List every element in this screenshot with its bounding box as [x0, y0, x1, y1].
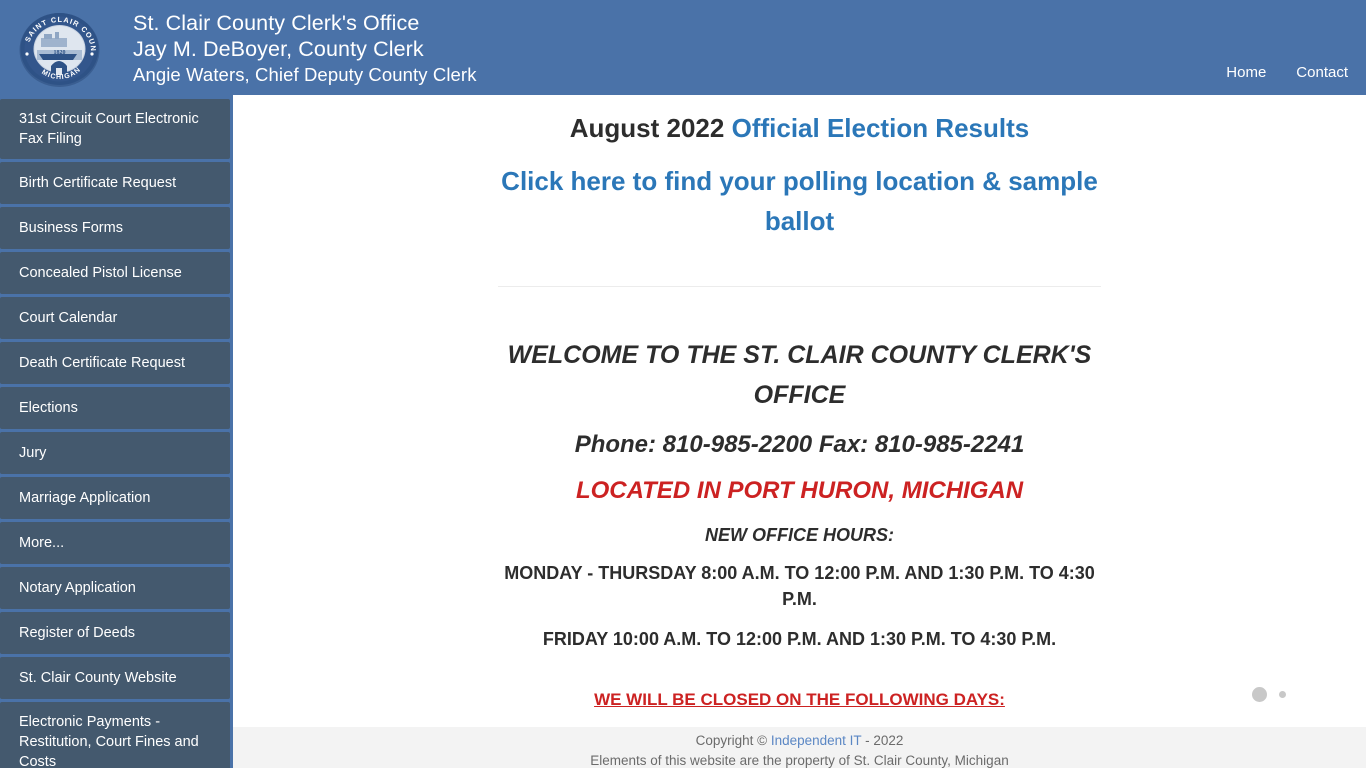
sidebar-item-concealed-pistol-license[interactable]: Concealed Pistol License [0, 252, 230, 294]
nav-link-contact[interactable]: Contact [1296, 64, 1348, 81]
sidebar-item-label: More... [19, 535, 65, 551]
sidebar-item-more[interactable]: More... [0, 522, 230, 564]
sidebar-item-label: Marriage Application [19, 490, 151, 506]
sidebar-item-label: Jury [19, 445, 47, 461]
sidebar-item-business-forms[interactable]: Business Forms [0, 207, 230, 249]
sidebar-item-label: St. Clair County Website [19, 670, 177, 686]
independent-it-link[interactable]: Independent IT [771, 733, 862, 748]
sidebar-item-label: Birth Certificate Request [19, 175, 177, 191]
office-hours-friday: FRIDAY 10:00 A.M. TO 12:00 P.M. AND 1:30… [542, 629, 1057, 649]
svg-text:1820: 1820 [54, 50, 66, 56]
nav-link-home[interactable]: Home [1226, 64, 1266, 81]
sidebar-item-register-of-deeds[interactable]: Register of Deeds [0, 612, 230, 654]
sidebar-item-label: Business Forms [19, 220, 123, 236]
office-title: St. Clair County Clerk's Office [133, 11, 420, 35]
sidebar-item-county-website[interactable]: St. Clair County Website [0, 657, 230, 699]
polling-location-link[interactable]: Click here to find your polling location… [490, 161, 1110, 241]
sidebar-item-label: Elections [19, 400, 78, 416]
sidebar-item-birth-certificate[interactable]: Birth Certificate Request [0, 162, 230, 204]
sidebar-item-marriage-application[interactable]: Marriage Application [0, 477, 230, 519]
welcome-heading: WELCOME TO THE ST. CLAIR COUNTY CLERK'S … [507, 341, 1092, 409]
copyright-line: Copyright © Independent IT - 2022 [233, 731, 1366, 751]
office-hours-weekday: MONDAY - THURSDAY 8:00 A.M. TO 12:00 P.M… [504, 563, 1095, 609]
carousel-dot-inactive[interactable] [1279, 691, 1286, 698]
county-seal-logo: 1820 SAINT CLAIR COUNTY MICHIGAN [17, 10, 102, 88]
sidebar-item-notary-application[interactable]: Notary Application [0, 567, 230, 609]
sidebar-item-elections[interactable]: Elections [0, 387, 230, 429]
sidebar-item-label: Court Calendar [19, 310, 118, 326]
sidebar-item-jury[interactable]: Jury [0, 432, 230, 474]
sidebar-item-label: 31st Circuit Court Electronic Fax Filing [19, 111, 199, 147]
property-notice: Elements of this website are the propert… [590, 753, 1009, 768]
sidebar-item-death-certificate[interactable]: Death Certificate Request [0, 342, 230, 384]
copyright-suffix: - 2022 [861, 733, 904, 748]
site-title-block: St. Clair County Clerk's Office Jay M. D… [133, 10, 477, 88]
election-results-heading: August 2022 Official Election Results [450, 111, 1150, 145]
sidebar-item-label: Notary Application [19, 580, 136, 596]
office-hours-title: NEW OFFICE HOURS: [705, 525, 894, 545]
sidebar-item-label: Electronic Payments - Restitution, Court… [19, 714, 199, 768]
sidebar-item-label: Register of Deeds [19, 625, 136, 641]
phone-fax-text: Phone: 810-985-2200 Fax: 810-985-2241 [574, 431, 1025, 458]
carousel-pagination [1252, 687, 1286, 702]
sidebar-item-label: Death Certificate Request [19, 355, 186, 371]
sidebar-item-court-calendar[interactable]: Court Calendar [0, 297, 230, 339]
sidebar-item-electronic-payments[interactable]: Electronic Payments - Restitution, Court… [0, 702, 230, 768]
chief-deputy-name: Angie Waters, Chief Deputy County Clerk [133, 64, 477, 85]
section-divider [498, 286, 1101, 287]
site-header: 1820 SAINT CLAIR COUNTY MICHIGAN St. Cla… [0, 0, 1366, 95]
copyright-prefix: Copyright © [695, 733, 771, 748]
site-footer: Copyright © Independent IT - 2022 Elemen… [233, 727, 1366, 768]
election-date-text: August 2022 [569, 113, 725, 143]
sidebar-navigation: 31st Circuit Court Electronic Fax Filing… [0, 95, 233, 768]
sidebar-item-fax-filing[interactable]: 31st Circuit Court Electronic Fax Filing [0, 99, 230, 159]
header-navigation: Home Contact [1226, 64, 1348, 81]
main-content: August 2022 Official Election Results Cl… [233, 95, 1366, 727]
sidebar-item-label: Concealed Pistol License [19, 265, 182, 281]
county-clerk-name: Jay M. DeBoyer, County Clerk [133, 37, 424, 61]
location-text: LOCATED IN PORT HURON, MICHIGAN [575, 477, 1024, 504]
official-election-results-link[interactable]: Official Election Results [732, 113, 1030, 143]
carousel-dot-active[interactable] [1252, 687, 1267, 702]
closed-days-notice: WE WILL BE CLOSED ON THE FOLLOWING DAYS: [594, 690, 1005, 709]
